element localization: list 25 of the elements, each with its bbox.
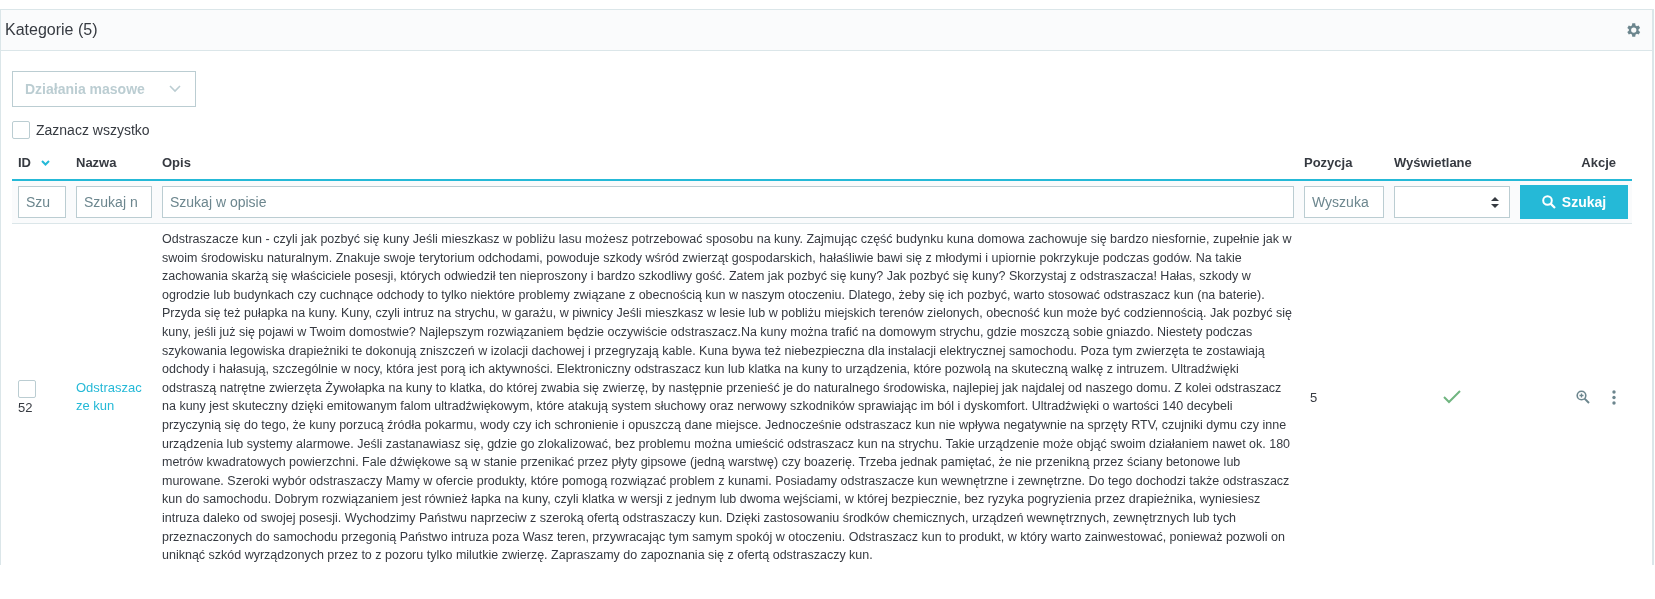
check-icon[interactable]	[1443, 390, 1461, 405]
chevron-down-icon	[168, 85, 181, 93]
position-cell: 5	[1310, 389, 1318, 405]
column-header[interactable]: Pozycja	[1304, 154, 1353, 170]
filter-field[interactable]: Szu	[18, 186, 66, 218]
checkbox[interactable]	[18, 379, 36, 398]
search-icon	[1541, 195, 1556, 209]
column-header[interactable]: ID	[18, 154, 50, 170]
filter-select[interactable]	[1394, 186, 1510, 218]
sort-arrows-icon	[1491, 196, 1499, 208]
filter-field[interactable]: Szukaj n	[76, 186, 152, 218]
panel-title: Kategorie (5)	[5, 21, 98, 39]
filter-field[interactable]: Wyszuka	[1304, 186, 1384, 218]
filter-field[interactable]: Szukaj w opisie	[162, 186, 1294, 218]
column-header[interactable]: Opis	[162, 154, 191, 170]
more-options-icon[interactable]	[1612, 389, 1616, 405]
column-header[interactable]: Wyświetlane	[1394, 154, 1472, 170]
column-header[interactable]: Akcje	[1581, 154, 1616, 170]
zoom-in-icon[interactable]	[1576, 390, 1590, 405]
description-text: Odstraszacze kun - czyli jak pozbyć się kuny Jeśli mieszkasz w pobliżu lasu możesz potrzebować sposobu na kuny. Zajmując część budynku kuna domowa zachowuje się bardzo niesfornie, zupełnie jak w swoim środowisku naturalnym. Znakuje swoje terytorium odchodami, powoduje szkody wśród zwierząt gospodarskich, hałaśliwie bawi się z młodymi i upiornie pokrzykuje podczas godów. Na takie zachowania skarżą się właściciele posesji, których odwiedził ten nieproszony i bardzo szkodliwy gość. Zatem jak pozbyć się kuny? Jak pozbyć się kuny? Skorzystaj z odstraszacza! Hałas, szkody w ogrodzie lub budynkach czy cuchnące odchody to tylko niektóre problemy związane z obecnością kun w naszym otoczeniu. Dlatego, żeby się ich pozbyć, warto stosować odstraszacz kun (na baterie). Przyda się też pułapka na kuny. Kuny, czyli intruz na strychu, w garażu, w piwnicy Jeśli mieszkasz w lesie lub w pobliżu miejskich terenów zielonych, obecność kun może być codziennością. Jak pozbyć się kuny, jeśli już się pojawi w Twoim domostwie? Najlepszym rozwiązaniem będzie oczywiście odstraszacz.Na kuny można trafić na domowym strychu, gdzie moszczą sobie gniazdo. Niestety podczas szykowania legowiska drapieżniki te dokonują zniszczeń w izolacji dachowej i przegryzają kable. Kuna bywa też niebezpieczna dla instalacji elektrycznej samochodu. Poza tym zwierzęta te zostawiają odchody i hałasują, szczególnie w nocy, która jest porą ich aktywności. Elektroniczny odstraszacz kun lub klatka na kuny to urządzenia, które pozwolą na skuteczną walkę z intruzem. Ultradźwięki odstraszą natrętne zwierzęta Żywołapka na kuny to klatka, do której zwabia się zwierzę, by następnie przenieść je do naturalnego środowiska, najlepiej jak najdalej od naszego domu. Z kolei odstraszacz na kuny jest skuteczny dzięki emitowanym falom ultradźwiękowym, które atakują system słuchowy oraz nerwowy szkodników sprawiając im ból i dyskomfort. Ultradźwięki o wartości 140 decybeli przyczynią się do tego, że kuny porzucą źródła pokarmu, wody czy ich schronienie i opuszczą dane miejsce. Jednocześnie odstraszacz kun nie wpływa negatywnie na sprzęty RTV, czujniki dymu czy inne urządzenia lub systemy alarmowe. Jeśli zastanawiasz się, gdzie go zlokalizować, bez problemu można umieścić odstraszacz kun na strychu. Takie urządzenie może objąć swoim działaniem nawet ok. 180 metrów kwadratowych powierzchni. Fale dźwiękowe są w stanie przenikać przez płyty gipsowe (jedną warstwę) czy boazerię. Trzeba jednak pamiętać, że nie przenikną przez ściany betonowe lub murowane. Szeroki wybór odstraszaczy Mamy w ofercie produkty, które pomogą rozwiązać problem z kunami. Posiadamy odstraszacze kun wewnętrzne i zewnętrzne. Do tego dochodzi także odstraszacz kun do samochodu. Dobrym rozwiązaniem jest również łapka na kuny, czyli klatka w wersji z jednym lub dwoma wejściami, w której bezpiecznie, bez ryzyka pogryzienia przez drapieżnika, wyniesiesz intruza daleko od swojej posesji. Wychodzimy Państwu naprzeciw z szeroką ofertą odstraszaczy kun. Dzięki zastosowaniu środków chemicznych, urządzeń wewnętrznych, zewnętrznych lub tych przeznaczonych do samochodu przegonią Państwo intruza poza Wasz teren, przywracając tym samym spokój w otoczeniu. Odstraszacz kun to produkt, w który warto zainwestować, ponieważ pozwoli on uniknąć szkód wyrządzonych przez to z pozoru tylko milutkie zwierzę. Zapraszamy do zapoznania się z ofertą odstraszaczy kun.	[162, 231, 1293, 565]
sort-caret-icon	[41, 160, 50, 167]
checkbox[interactable]	[12, 121, 30, 139]
column-header[interactable]: Nazwa	[76, 154, 117, 170]
id-cell: 52	[18, 399, 33, 415]
checkbox-label: Zaznacz wszystko	[36, 122, 150, 138]
